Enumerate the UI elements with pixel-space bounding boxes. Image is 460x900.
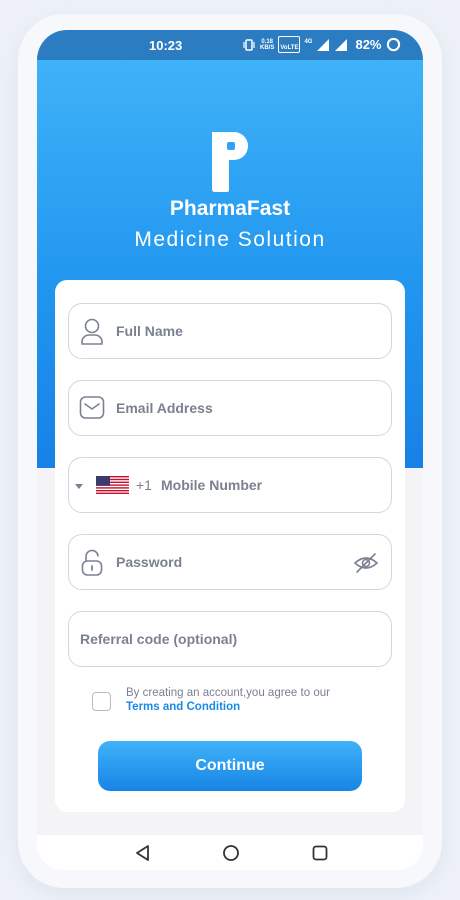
status-icons: 0.18 KB/S VoLTE 4G 82% xyxy=(242,36,401,53)
consent-text: By creating an account,you agree to our xyxy=(126,687,330,699)
app-tagline: Medicine Solution xyxy=(134,228,326,251)
lock-icon xyxy=(81,549,103,576)
mobile-placeholder: Mobile Number xyxy=(161,477,263,493)
back-icon[interactable] xyxy=(134,844,152,862)
system-nav-bar xyxy=(37,835,423,870)
us-flag-icon[interactable] xyxy=(96,476,129,494)
password-placeholder: Password xyxy=(116,554,183,570)
user-icon xyxy=(81,318,103,345)
pharmafast-logo-icon xyxy=(212,132,248,192)
password-field[interactable]: Password xyxy=(68,534,392,590)
continue-button[interactable]: Continue xyxy=(98,741,362,791)
mail-icon xyxy=(79,396,105,419)
vibrate-icon xyxy=(243,38,255,51)
network-type: 4G xyxy=(304,38,313,45)
email-field[interactable]: Email Address xyxy=(68,380,392,436)
signal-icon-2 xyxy=(335,38,348,51)
status-time: 10:23 xyxy=(149,38,183,53)
volte-badge: VoLTE xyxy=(278,36,301,53)
home-icon[interactable] xyxy=(222,844,240,862)
signal-icon xyxy=(317,38,330,51)
mobile-field[interactable]: +1 Mobile Number xyxy=(68,457,392,513)
email-placeholder: Email Address xyxy=(116,400,213,416)
recents-icon[interactable] xyxy=(311,844,329,862)
app-name: PharmaFast xyxy=(169,197,291,220)
battery-ring-icon xyxy=(386,37,400,52)
net-speed-unit: KB/S xyxy=(260,44,275,51)
terms-link[interactable]: Terms and Condition xyxy=(126,701,240,713)
country-dropdown-icon[interactable] xyxy=(75,484,83,489)
signup-card: Full Name Email Address +1 Mobile Number… xyxy=(55,280,405,812)
full-name-placeholder: Full Name xyxy=(116,323,183,339)
volte-label: VoLTE xyxy=(280,45,299,51)
app-screen: 10:23 0.18 KB/S VoLTE 4G 82% PharmaFast … xyxy=(37,30,423,870)
referral-field[interactable]: Referral code (optional) xyxy=(68,611,392,667)
battery-level: 82% xyxy=(355,37,382,52)
dial-code: +1 xyxy=(136,477,152,493)
net-speed: 0.18 KB/S xyxy=(260,39,274,51)
referral-placeholder: Referral code (optional) xyxy=(80,631,238,647)
full-name-field[interactable]: Full Name xyxy=(68,303,392,359)
status-bar: 10:23 0.18 KB/S VoLTE 4G 82% xyxy=(37,30,423,60)
eye-off-icon[interactable] xyxy=(353,551,379,575)
terms-checkbox[interactable] xyxy=(92,692,111,711)
